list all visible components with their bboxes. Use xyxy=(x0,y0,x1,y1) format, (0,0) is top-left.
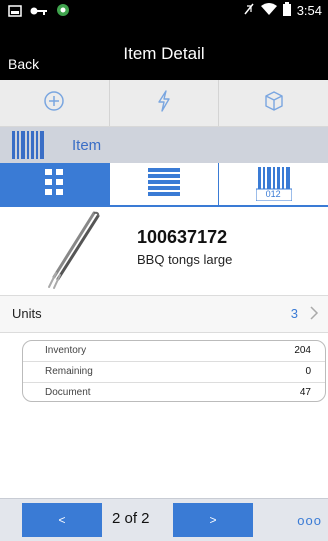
tab-barcode-view[interactable]: 012 xyxy=(219,163,328,205)
barcode-number-icon: 012 xyxy=(255,167,293,202)
next-button[interactable]: > xyxy=(173,503,253,537)
add-circle-icon xyxy=(43,90,65,117)
status-bar: 3:54 xyxy=(0,0,328,22)
cube-icon xyxy=(263,90,285,117)
tab-grid-view[interactable] xyxy=(0,163,110,205)
previous-button[interactable]: < xyxy=(22,503,102,537)
title-bar: Item Detail Back xyxy=(0,22,328,80)
quick-action-button[interactable] xyxy=(110,80,220,126)
mute-icon xyxy=(243,2,255,19)
package-button[interactable] xyxy=(219,80,328,126)
item-number: 100637172 xyxy=(137,227,228,247)
lightning-icon xyxy=(156,89,172,117)
barcode-icon xyxy=(12,131,46,164)
back-button[interactable]: Back xyxy=(8,56,39,72)
footer-nav: < 2 of 2 > ooo xyxy=(0,498,328,541)
action-bar xyxy=(0,80,328,127)
view-tabs: 012 xyxy=(0,163,328,207)
chevron-right-icon xyxy=(309,305,319,326)
wifi-icon xyxy=(260,2,277,19)
units-row[interactable]: Units 3 xyxy=(0,295,328,333)
key-icon xyxy=(30,4,48,22)
screenshot-icon xyxy=(8,4,22,22)
add-button[interactable] xyxy=(0,80,110,126)
battery-icon xyxy=(282,2,291,19)
page-indicator: 2 of 2 xyxy=(112,510,150,527)
list-icon xyxy=(148,167,180,201)
item-summary: 100637172 BBQ tongs large xyxy=(0,205,328,293)
quantity-row-document: Document 47 xyxy=(23,383,325,401)
quantity-row-remaining: Remaining 0 xyxy=(23,362,325,383)
quantity-label: Document xyxy=(45,387,91,398)
grid-icon xyxy=(39,168,69,200)
units-label: Units xyxy=(12,306,42,321)
page-title: Item Detail xyxy=(123,44,205,63)
quantity-row-inventory: Inventory 204 xyxy=(23,341,325,362)
quantity-summary: Inventory 204 Remaining 0 Document 47 xyxy=(22,340,326,402)
clock-time: 3:54 xyxy=(296,3,322,18)
section-label: Item xyxy=(72,137,102,154)
quantity-value: 47 xyxy=(299,387,311,398)
quantity-label: Inventory xyxy=(45,345,87,356)
android-app-icon xyxy=(56,3,70,22)
tab-list-view[interactable] xyxy=(109,163,220,205)
item-description: BBQ tongs large xyxy=(137,252,233,267)
quantity-value: 204 xyxy=(294,345,311,356)
item-image xyxy=(32,207,116,291)
quantity-label: Remaining xyxy=(45,366,93,377)
more-options-button[interactable]: ooo xyxy=(297,513,322,528)
units-value: 3 xyxy=(290,306,298,321)
barcode-number-label: 012 xyxy=(265,189,281,199)
quantity-value: 0 xyxy=(305,366,311,377)
section-bar: Item xyxy=(0,127,328,163)
